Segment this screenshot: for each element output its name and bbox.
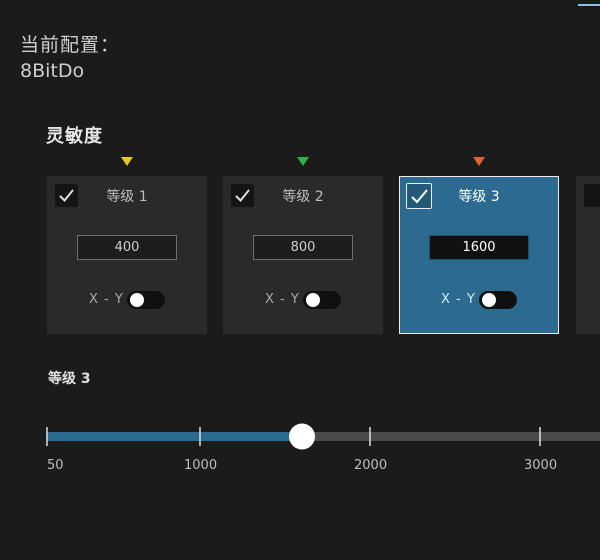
slider-fill [47,432,302,441]
dpi-slider[interactable]: 50 1000 2000 3000 [0,400,600,490]
level-card-3[interactable]: 等级 3 1600 X - Y [399,157,559,334]
level-2-xy-toggle[interactable] [303,291,341,309]
slider-track-svg [46,423,600,450]
slider-title: 等级 3 [48,371,91,387]
toggle-knob [130,293,144,307]
slider-thumb[interactable] [289,423,315,450]
slider-tick-label-2000: 2000 [354,458,388,473]
level-2-marker [297,157,309,166]
toggle-knob [306,293,320,307]
config-title: 当前配置： [20,34,121,56]
top-accent-line [578,4,600,6]
level-2-xy-label: X - Y [265,292,300,307]
level-1-xy-toggle[interactable] [127,291,165,309]
level-1-xy-label: X - Y [89,292,124,307]
config-name: 8BitDo [20,60,85,82]
level-1-dpi-input[interactable]: 400 [77,235,177,260]
level-2-dpi-input[interactable]: 800 [253,235,353,260]
level-3-dpi-input[interactable]: 1600 [429,235,529,260]
sensitivity-title: 灵敏度 [46,126,103,147]
slider-tick-label-3000: 3000 [524,458,558,473]
level-3-xy-toggle[interactable] [479,291,517,309]
level-1-label: 等级 1 [106,189,148,205]
level-3-marker [473,157,485,166]
level-card-2[interactable]: 等级 2 800 X - Y [223,157,383,334]
level-3-label: 等级 3 [458,189,500,205]
slider-tick-label-1000: 1000 [184,458,218,473]
level-card-4-partial[interactable] [576,176,600,334]
level-4-checkbox[interactable] [584,184,600,207]
level-1-marker [121,157,133,166]
level-card-1[interactable]: 等级 1 400 X - Y [47,157,207,334]
toggle-knob [482,293,496,307]
level-3-xy-label: X - Y [441,292,476,307]
slider-tick-label-50: 50 [47,458,64,473]
level-2-label: 等级 2 [282,189,324,205]
